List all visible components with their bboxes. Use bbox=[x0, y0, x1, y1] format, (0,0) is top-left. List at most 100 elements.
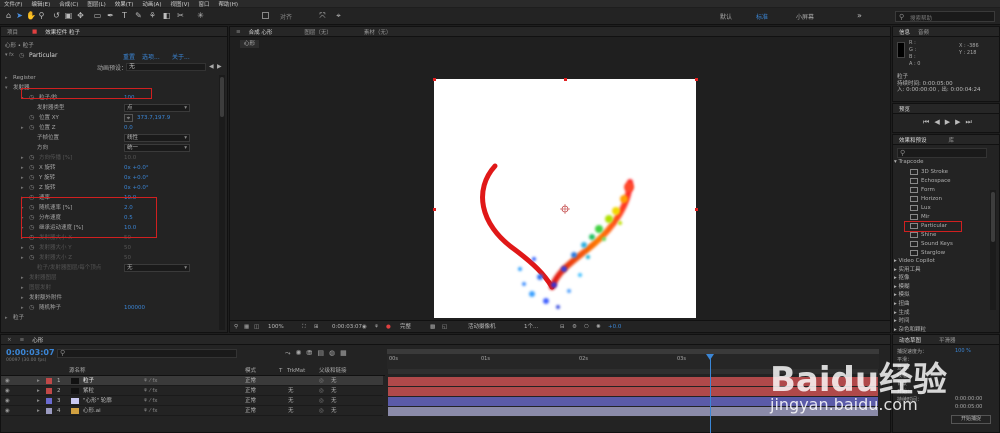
stopwatch-icon[interactable]: ◷ bbox=[29, 183, 34, 193]
layer-label-color[interactable] bbox=[46, 408, 52, 414]
stopwatch-icon[interactable]: ◷ bbox=[29, 153, 34, 163]
tab-composition[interactable]: 合成 心形 bbox=[249, 28, 273, 36]
effect-property-row[interactable]: ▸ 发射器图层 bbox=[1, 273, 226, 283]
last-frame-icon[interactable]: ⏭ bbox=[965, 118, 976, 126]
resolution-select[interactable]: 完整 bbox=[400, 321, 411, 333]
effect-property-value[interactable]: 10.0 bbox=[124, 153, 136, 163]
first-frame-icon[interactable]: ⏮ bbox=[923, 118, 934, 126]
rotate-tool-icon[interactable]: ↺ bbox=[52, 11, 61, 20]
layer-switches[interactable]: ⚘ ⁄ fx bbox=[143, 386, 158, 396]
expand-icon[interactable]: ▸ bbox=[21, 273, 24, 283]
stopwatch-icon[interactable]: ◷ bbox=[29, 243, 34, 253]
menu-icon[interactable]: ≡ bbox=[20, 337, 25, 343]
workspace-menu-icon[interactable]: » bbox=[855, 11, 864, 20]
timeline-timecode[interactable]: 0:00:03:07 bbox=[6, 348, 55, 357]
effect-property-select[interactable]: 点 bbox=[124, 104, 190, 112]
layer-expand-icon[interactable]: ▸ bbox=[37, 396, 40, 406]
rectangle-tool-icon[interactable]: ▭ bbox=[93, 11, 102, 20]
effect-property-row[interactable]: 发射器类型 点 bbox=[1, 103, 226, 113]
effect-property-row[interactable]: ▸ 发射额外附件 bbox=[1, 293, 226, 303]
layer-label-color[interactable] bbox=[46, 378, 52, 384]
layer-trkmat[interactable]: 无 bbox=[288, 406, 294, 416]
tab-effects-presets[interactable]: 效果和预设 bbox=[899, 136, 927, 144]
expand-icon[interactable]: ▸ bbox=[21, 283, 24, 293]
layer-trkmat[interactable]: 无 bbox=[288, 396, 294, 406]
layer-switches[interactable]: ⚘ ⁄ fx bbox=[143, 396, 158, 406]
layer-parent[interactable]: 无 bbox=[331, 376, 337, 386]
effect-preset-item[interactable]: Form bbox=[910, 186, 935, 195]
start-capture-button[interactable]: 开始捕捉 bbox=[951, 415, 991, 424]
effect-property-row[interactable]: ▸ ◷ 位置 Z 0.0 bbox=[1, 123, 226, 133]
effect-property-row[interactable]: ▸ ◷ X 旋转 0x +0.0° bbox=[1, 163, 226, 173]
layer-expand-icon[interactable]: ▸ bbox=[37, 386, 40, 396]
layer-name[interactable]: 紫粒 bbox=[83, 386, 94, 396]
snap-checkbox[interactable] bbox=[262, 12, 269, 19]
effect-property-row[interactable]: ▸ ◷ 随机种子 100000 bbox=[1, 303, 226, 313]
timeline-layer-row[interactable]: ◉ ▸ 4 心形.ai ⚘ ⁄ fx 正常 无 ◎ 无 bbox=[1, 406, 383, 416]
layer-handle-tl[interactable] bbox=[433, 78, 436, 81]
effect-property-select[interactable]: 统一 bbox=[124, 144, 190, 152]
eraser-tool-icon[interactable]: ◧ bbox=[162, 11, 171, 20]
menu-item-6[interactable]: 视图(V) bbox=[170, 0, 189, 8]
layer-handle-mr[interactable] bbox=[695, 208, 698, 211]
effect-preset-item[interactable]: Sound Keys bbox=[910, 240, 953, 249]
layer-mode[interactable]: 正常 bbox=[245, 406, 256, 416]
visibility-eye-icon[interactable]: ◉ bbox=[5, 396, 10, 406]
effect-property-row[interactable]: ◷ 位置 XY ⌖ 373.7,197.9 bbox=[1, 113, 226, 123]
effect-property-row[interactable]: 方向 统一 bbox=[1, 143, 226, 153]
tab-info[interactable]: 信息 bbox=[899, 28, 910, 36]
tab-smoother[interactable]: 平滑器 bbox=[939, 336, 956, 344]
lock-icon[interactable]: ■ bbox=[32, 29, 37, 35]
menu-icon[interactable]: ≡ bbox=[236, 29, 241, 35]
menu-item-4[interactable]: 效果(T) bbox=[115, 0, 134, 8]
region-icon[interactable]: ⊞ bbox=[314, 321, 319, 333]
stopwatch-icon[interactable]: ◷ bbox=[29, 113, 34, 123]
type-tool-icon[interactable]: T bbox=[120, 11, 129, 20]
stopwatch-icon[interactable]: ◷ bbox=[29, 163, 34, 173]
effect-property-row[interactable]: ▸ ◷ 方向传播 [%] 10.0 bbox=[1, 153, 226, 163]
views-select[interactable]: 1个... bbox=[524, 321, 538, 333]
exposure-reset-icon[interactable]: ✺ bbox=[596, 321, 601, 333]
layer-name[interactable]: 粒子 bbox=[83, 376, 94, 386]
menu-item-2[interactable]: 合成(C) bbox=[59, 0, 78, 8]
clone-tool-icon[interactable]: ⚘ bbox=[148, 11, 157, 20]
close-tab-icon[interactable]: × bbox=[7, 337, 12, 343]
pen-tool-icon[interactable]: ✒ bbox=[106, 11, 115, 20]
play-icon[interactable]: ▶ bbox=[945, 118, 955, 126]
hand-tool-icon[interactable]: ✋ bbox=[26, 11, 36, 20]
snap-option-icon[interactable]: ⤧ bbox=[318, 11, 327, 20]
timeline-layer-row[interactable]: ◉ ▸ 1 粒子 ⚘ ⁄ fx 正常 ◎ 无 bbox=[1, 376, 383, 386]
motion-blur-icon[interactable]: ◍ bbox=[329, 349, 340, 357]
effects-root-trapcode[interactable]: ▾ Trapcode bbox=[894, 159, 923, 165]
stopwatch-icon[interactable]: ◷ bbox=[29, 303, 34, 313]
timeline-layer-row[interactable]: ◉ ▸ 3 "心形" 轮廓 ⚘ ⁄ fx 正常 无 ◎ 无 bbox=[1, 396, 383, 406]
render-options-icon[interactable]: ⚙ bbox=[572, 321, 577, 333]
effect-property-value[interactable]: 100000 bbox=[124, 303, 145, 313]
expand-icon[interactable]: ▸ bbox=[21, 153, 24, 163]
workspace-default[interactable]: 默认 bbox=[720, 12, 732, 21]
fx-expand-icon[interactable]: ▾ fx bbox=[5, 52, 14, 58]
stopwatch-icon[interactable]: ◷ bbox=[29, 253, 34, 263]
effects-scrollbar[interactable] bbox=[990, 190, 996, 310]
comp-flowchart-icon[interactable]: ⤳ bbox=[285, 349, 296, 357]
layer-parent[interactable]: 无 bbox=[331, 396, 337, 406]
graph-editor-icon[interactable]: ▦ bbox=[340, 349, 352, 357]
home-icon[interactable]: ⌂ bbox=[4, 11, 13, 20]
timeline-search-field[interactable]: ⚲ bbox=[57, 349, 237, 358]
effect-property-value[interactable]: 50 bbox=[124, 243, 131, 253]
layer-trkmat[interactable]: 无 bbox=[288, 386, 294, 396]
color-channel-icon[interactable]: ● bbox=[386, 321, 391, 333]
layer-expand-icon[interactable]: ▸ bbox=[37, 406, 40, 416]
tab-project[interactable]: 项目 bbox=[7, 28, 18, 36]
effect-property-row[interactable]: ▸ ◷ 发射器大小 Z 50 bbox=[1, 253, 226, 263]
flowchart-icon[interactable]: ⎔ bbox=[584, 321, 589, 333]
menu-item-1[interactable]: 编辑(E) bbox=[31, 0, 50, 8]
layer-parent[interactable]: 无 bbox=[331, 406, 337, 416]
3d-icon[interactable]: ◱ bbox=[442, 321, 447, 333]
expand-icon[interactable]: ▸ bbox=[21, 123, 24, 133]
effect-reset-link[interactable]: 重置 bbox=[123, 52, 135, 61]
workspace-standard[interactable]: 标准 bbox=[756, 12, 768, 21]
tab-layer[interactable]: 图层（无） bbox=[304, 28, 332, 36]
exposure-value[interactable]: +0.0 bbox=[608, 321, 621, 333]
effect-preset-item[interactable]: 3D Stroke bbox=[910, 168, 948, 177]
